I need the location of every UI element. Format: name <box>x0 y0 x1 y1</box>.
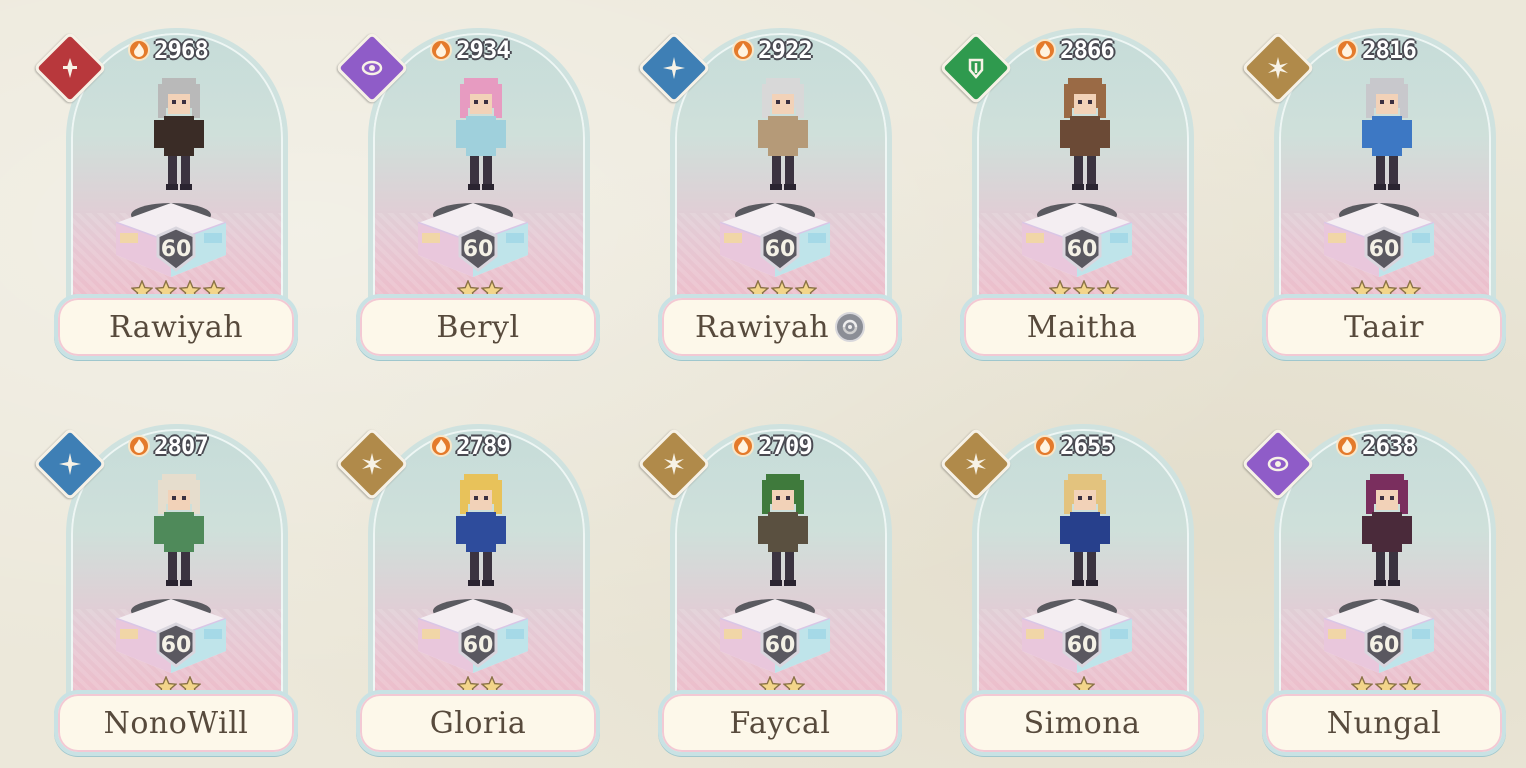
combat-power: 2655 <box>1034 432 1115 460</box>
combat-power: 2709 <box>732 432 813 460</box>
combat-power: 2866 <box>1034 36 1115 64</box>
hero-sprite <box>1326 464 1446 614</box>
hero-sprite <box>722 68 842 218</box>
hero-name: Nungal <box>1326 705 1442 741</box>
combat-power: 2922 <box>732 36 813 64</box>
hero-nameplate: Rawiyah <box>658 294 902 360</box>
hero-card[interactable]: 2816 60 Taair <box>1241 18 1506 360</box>
hero-name: Rawiyah <box>694 309 830 345</box>
level-value: 60 <box>160 632 192 658</box>
level-value: 60 <box>160 236 192 262</box>
combat-power: 2816 <box>1336 36 1417 64</box>
flame-icon <box>128 39 150 61</box>
level-badge: 60 <box>758 622 802 668</box>
flame-icon <box>1336 39 1358 61</box>
hero-sprite <box>722 464 842 614</box>
hero-sprite <box>118 68 238 218</box>
hero-card[interactable]: 2968 60 Rawiyah <box>33 18 298 360</box>
hero-card[interactable]: 2934 60 Beryl <box>335 18 600 360</box>
combat-power-value: 2709 <box>758 432 813 460</box>
hero-name: NonoWill <box>103 705 249 741</box>
level-value: 60 <box>764 236 796 262</box>
level-value: 60 <box>1066 632 1098 658</box>
hero-card[interactable]: 2866 60 Maitha <box>939 18 1204 360</box>
combat-power-value: 2638 <box>1362 432 1417 460</box>
hero-nameplate: Maitha <box>960 294 1204 360</box>
combat-power: 2934 <box>430 36 511 64</box>
hero-sprite <box>1024 464 1144 614</box>
hero-card[interactable]: 2638 60 Nungal <box>1241 414 1506 756</box>
level-value: 60 <box>462 632 494 658</box>
combat-power: 2638 <box>1336 432 1417 460</box>
level-badge: 60 <box>456 226 500 272</box>
hero-nameplate: Simona <box>960 690 1204 756</box>
hero-name: Taair <box>1344 309 1424 345</box>
flame-icon <box>128 435 150 457</box>
flame-icon <box>732 435 754 457</box>
combat-power: 2807 <box>128 432 209 460</box>
flame-icon <box>732 39 754 61</box>
level-badge: 60 <box>154 622 198 668</box>
hero-nameplate: Beryl <box>356 294 600 360</box>
hero-nameplate: Taair <box>1262 294 1506 360</box>
hero-name: Gloria <box>429 705 527 741</box>
hero-roster-grid: 2968 60 Rawiyah 2934 60 Beryl 2922 60 Ra… <box>0 0 1526 768</box>
level-badge: 60 <box>154 226 198 272</box>
hero-sprite <box>118 464 238 614</box>
level-value: 60 <box>1368 632 1400 658</box>
combat-power: 2789 <box>430 432 511 460</box>
hero-nameplate: NonoWill <box>54 690 298 756</box>
hero-card[interactable]: 2709 60 Faycal <box>637 414 902 756</box>
level-badge: 60 <box>1362 226 1406 272</box>
flame-icon <box>1034 435 1056 457</box>
combat-power: 2968 <box>128 36 209 64</box>
hero-nameplate: Gloria <box>356 690 600 756</box>
hero-name: Simona <box>1023 705 1141 741</box>
combat-power-value: 2866 <box>1060 36 1115 64</box>
level-value: 60 <box>764 632 796 658</box>
level-badge: 60 <box>1362 622 1406 668</box>
hero-sprite <box>420 464 540 614</box>
hero-sprite <box>420 68 540 218</box>
hero-card[interactable]: 2922 60 Rawiyah <box>637 18 902 360</box>
hero-nameplate: Faycal <box>658 690 902 756</box>
level-value: 60 <box>1368 236 1400 262</box>
flame-icon <box>1034 39 1056 61</box>
hero-name: Rawiyah <box>108 309 244 345</box>
level-value: 60 <box>462 236 494 262</box>
hero-nameplate: Nungal <box>1262 690 1506 756</box>
hero-card[interactable]: 2655 60 Simona <box>939 414 1204 756</box>
flame-icon <box>430 39 452 61</box>
flame-icon <box>430 435 452 457</box>
hero-name: Maitha <box>1026 309 1138 345</box>
level-badge: 60 <box>1060 226 1104 272</box>
combat-power-value: 2807 <box>154 432 209 460</box>
hero-card[interactable]: 2789 60 Gloria <box>335 414 600 756</box>
combat-power-value: 2655 <box>1060 432 1115 460</box>
hero-name: Faycal <box>729 705 831 741</box>
combat-power-value: 2968 <box>154 36 209 64</box>
hero-sprite <box>1326 68 1446 218</box>
combat-power-value: 2934 <box>456 36 511 64</box>
hero-name: Beryl <box>436 309 520 345</box>
hero-sprite <box>1024 68 1144 218</box>
combat-power-value: 2789 <box>456 432 511 460</box>
flame-icon <box>1336 435 1358 457</box>
alternate-version-icon <box>835 312 866 342</box>
combat-power-value: 2922 <box>758 36 813 64</box>
level-badge: 60 <box>758 226 802 272</box>
hero-nameplate: Rawiyah <box>54 294 298 360</box>
combat-power-value: 2816 <box>1362 36 1417 64</box>
level-badge: 60 <box>1060 622 1104 668</box>
hero-card[interactable]: 2807 60 NonoWill <box>33 414 298 756</box>
level-value: 60 <box>1066 236 1098 262</box>
level-badge: 60 <box>456 622 500 668</box>
